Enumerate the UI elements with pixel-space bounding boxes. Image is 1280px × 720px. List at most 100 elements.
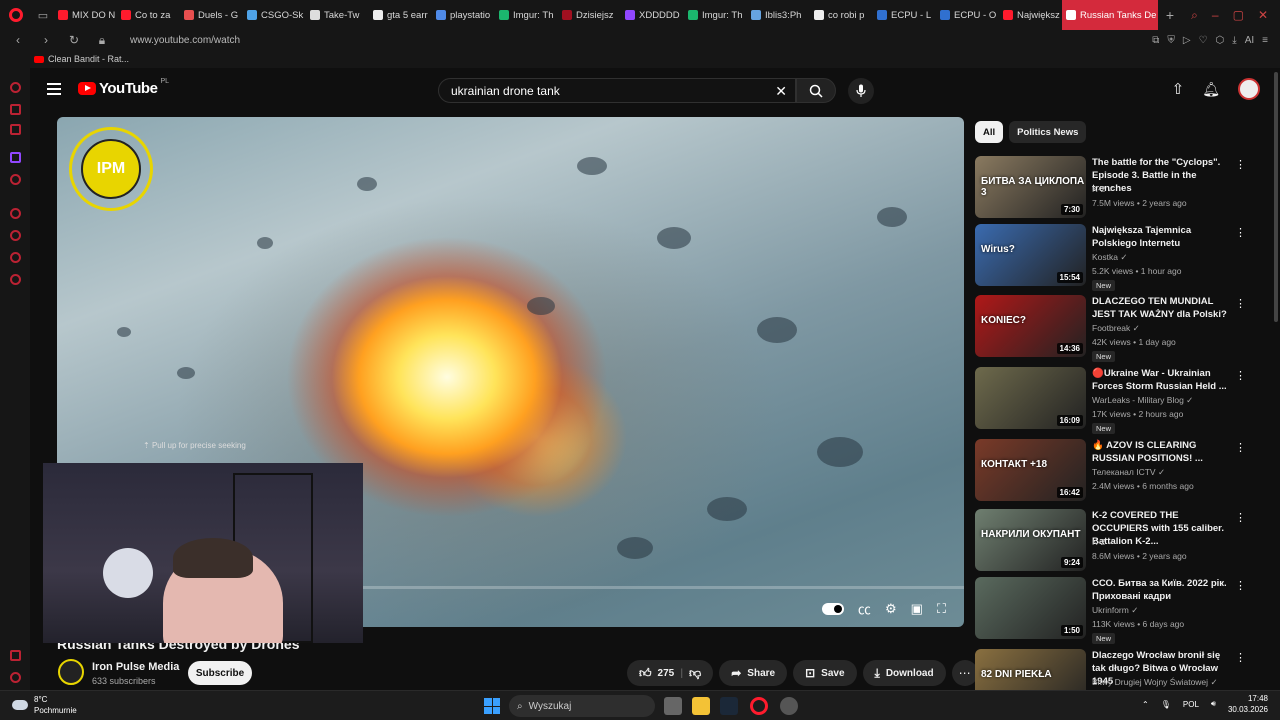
- volume-icon[interactable]: 🔊︎: [1211, 699, 1216, 709]
- recommended-video[interactable]: НАКРИЛИ ОКУПАНТ 9:24 K-2 COVERED THE OCCUP…: [975, 509, 1255, 575]
- minimize-icon[interactable]: –: [1212, 8, 1219, 23]
- recommended-title[interactable]: Największa Tajemnica Polskiego Internetu: [1092, 224, 1232, 250]
- recommended-title[interactable]: 🔴Ukraine War - Ukrainian Forces Storm Ru…: [1092, 367, 1232, 393]
- aria-icon[interactable]: [10, 82, 21, 93]
- settings-gear-icon[interactable]: ⚙: [885, 601, 897, 617]
- thumbs-down-icon[interactable]: 👎︎: [689, 666, 701, 681]
- active-tab[interactable]: Russian Tanks De: [1062, 0, 1158, 30]
- hamburger-menu-icon[interactable]: [47, 83, 61, 95]
- recommended-channel[interactable]: K-2 ✓: [1092, 537, 1115, 548]
- browser-tab[interactable]: Take-Tw: [306, 0, 369, 30]
- browser-tab[interactable]: Największ: [999, 0, 1062, 30]
- video-thumbnail[interactable]: 16:09: [975, 367, 1086, 429]
- download-button[interactable]: ⤓ Download: [862, 660, 946, 686]
- more-actions-button[interactable]: ⋯: [951, 660, 978, 686]
- browser-tab[interactable]: Imgur: Th: [495, 0, 558, 30]
- tray-chevron-icon[interactable]: ⌃: [1142, 700, 1149, 709]
- browser-tab[interactable]: co robi p: [810, 0, 873, 30]
- clear-search-icon[interactable]: ✕: [775, 83, 787, 100]
- recommended-video[interactable]: БИТВА ЗА ЦИКЛОПА 3 7:30 The battle for the…: [975, 156, 1255, 222]
- close-icon[interactable]: ✕: [1258, 8, 1268, 23]
- recommended-channel[interactable]: Footbreak ✓: [1092, 323, 1140, 334]
- steam-icon[interactable]: [720, 697, 738, 715]
- upload-icon[interactable]: ⇧: [1172, 80, 1185, 98]
- tab-islands-icon[interactable]: [10, 124, 21, 135]
- bookmark-item[interactable]: Clean Bandit - Rat...: [48, 54, 129, 64]
- search-tabs-icon[interactable]: ⌕: [1191, 8, 1198, 23]
- play-icon[interactable]: ▷: [1183, 35, 1191, 46]
- video-thumbnail[interactable]: 1:50: [975, 577, 1086, 639]
- pinboard-icon[interactable]: [10, 252, 21, 263]
- recommended-channel[interactable]: Телеканал ICTV ✓: [1092, 467, 1165, 478]
- new-tab-button[interactable]: +: [1158, 0, 1182, 30]
- recommended-channel[interactable]: WarLeaks - Military Blog ✓: [1092, 395, 1193, 406]
- fullscreen-icon[interactable]: ⛶: [937, 601, 946, 617]
- menu-icon[interactable]: ≡: [1262, 35, 1268, 46]
- player-icon[interactable]: [10, 208, 21, 219]
- music-icon[interactable]: [10, 174, 21, 185]
- video-thumbnail[interactable]: НАКРИЛИ ОКУПАНТ 9:24: [975, 509, 1086, 571]
- video-thumbnail[interactable]: KONIEC? 14:36: [975, 295, 1086, 357]
- video-thumbnail[interactable]: Wirus? 15:54: [975, 224, 1086, 286]
- download-icon[interactable]: ⤓: [1232, 35, 1236, 46]
- like-button[interactable]: 👍︎ 275 | 👎︎: [627, 660, 714, 686]
- kebab-menu-icon[interactable]: ⋮: [1235, 651, 1246, 664]
- channel-name[interactable]: Iron Pulse Media: [92, 661, 179, 673]
- url-field[interactable]: www.youtube.com/watch: [130, 35, 240, 46]
- heart-icon[interactable]: ♡: [1199, 35, 1208, 46]
- sidebar-more-icon[interactable]: [10, 650, 21, 661]
- browser-tab[interactable]: ECPU - L: [873, 0, 936, 30]
- share-button[interactable]: ➦ Share: [719, 660, 788, 686]
- recommended-video[interactable]: КОНТАКТ +18 16:42 🔥 AZOV IS CLEARING RUSSI…: [975, 439, 1255, 505]
- notifications-bell-icon[interactable]: 🔔︎: [1202, 81, 1220, 98]
- kebab-menu-icon[interactable]: ⋮: [1235, 158, 1246, 171]
- messenger-icon[interactable]: [10, 104, 21, 115]
- twitch-icon[interactable]: [10, 152, 21, 163]
- settings-icon[interactable]: [10, 274, 21, 285]
- task-view-icon[interactable]: [664, 697, 682, 715]
- browser-tab[interactable]: XDDDDD: [621, 0, 684, 30]
- recommended-video[interactable]: KONIEC? 14:36 DLACZEGO TEN MUNDIAL JEST TA…: [975, 295, 1255, 362]
- search-button[interactable]: [796, 78, 836, 103]
- chip-all[interactable]: All: [975, 121, 1004, 143]
- opera-taskbar-icon[interactable]: [750, 697, 768, 715]
- browser-tab[interactable]: Imgur: Th: [684, 0, 747, 30]
- kebab-menu-icon[interactable]: ⋮: [1235, 511, 1246, 524]
- voice-search-button[interactable]: [848, 78, 874, 104]
- recommended-video[interactable]: 1:50 ССО. Битва за Київ. 2022 рік. Прихов…: [975, 577, 1255, 644]
- workspaces-icon[interactable]: ▭: [32, 0, 54, 30]
- video-thumbnail[interactable]: КОНТАКТ +18 16:42: [975, 439, 1086, 501]
- save-button[interactable]: ⊡ Save: [793, 660, 857, 686]
- sidebar-options-icon[interactable]: [10, 672, 21, 683]
- taskbar-search[interactable]: ⌕ Wyszukaj: [509, 695, 655, 717]
- subscribe-button[interactable]: Subscribe: [188, 661, 252, 685]
- chip-politics-news[interactable]: Politics News: [1009, 121, 1087, 143]
- history-icon[interactable]: [10, 230, 21, 241]
- app-taskbar-icon[interactable]: [780, 697, 798, 715]
- kebab-menu-icon[interactable]: ⋮: [1235, 579, 1246, 592]
- channel-avatar[interactable]: [58, 659, 84, 685]
- weather-widget[interactable]: 8°C Pochmurnie: [12, 694, 77, 716]
- opera-logo[interactable]: [0, 0, 32, 30]
- recommended-title[interactable]: 🔥 AZOV IS CLEARING RUSSIAN POSITIONS! ..…: [1092, 439, 1232, 465]
- browser-tab[interactable]: MIX DO N: [54, 0, 117, 30]
- recommended-video[interactable]: 16:09 🔴Ukraine War - Ukrainian Forces Sto…: [975, 367, 1255, 434]
- browser-tab[interactable]: ECPU - O: [936, 0, 999, 30]
- kebab-menu-icon[interactable]: ⋮: [1235, 369, 1246, 382]
- recommended-channel[interactable]: Ukrinform ✓: [1092, 605, 1138, 616]
- recommended-title[interactable]: DLACZEGO TEN MUNDIAL JEST TAK WAŻNY dla …: [1092, 295, 1232, 321]
- browser-tab[interactable]: playstatio: [432, 0, 495, 30]
- subtitles-icon[interactable]: ㏄: [858, 599, 871, 618]
- reload-icon[interactable]: ↻: [64, 30, 84, 50]
- browser-tab[interactable]: Dzisiejsz: [558, 0, 621, 30]
- browser-tab[interactable]: gta 5 earr: [369, 0, 432, 30]
- video-thumbnail[interactable]: БИТВА ЗА ЦИКЛОПА 3 7:30: [975, 156, 1086, 218]
- ai-icon[interactable]: AI: [1245, 35, 1254, 46]
- back-icon[interactable]: ‹: [8, 30, 28, 50]
- kebab-menu-icon[interactable]: ⋮: [1235, 297, 1246, 310]
- language-indicator[interactable]: POL: [1183, 700, 1199, 709]
- account-avatar[interactable]: [1238, 78, 1260, 100]
- kebab-menu-icon[interactable]: ⋮: [1235, 226, 1246, 239]
- extensions-icon[interactable]: ⬡: [1216, 35, 1225, 46]
- youtube-logo[interactable]: YouTube PL: [78, 78, 169, 97]
